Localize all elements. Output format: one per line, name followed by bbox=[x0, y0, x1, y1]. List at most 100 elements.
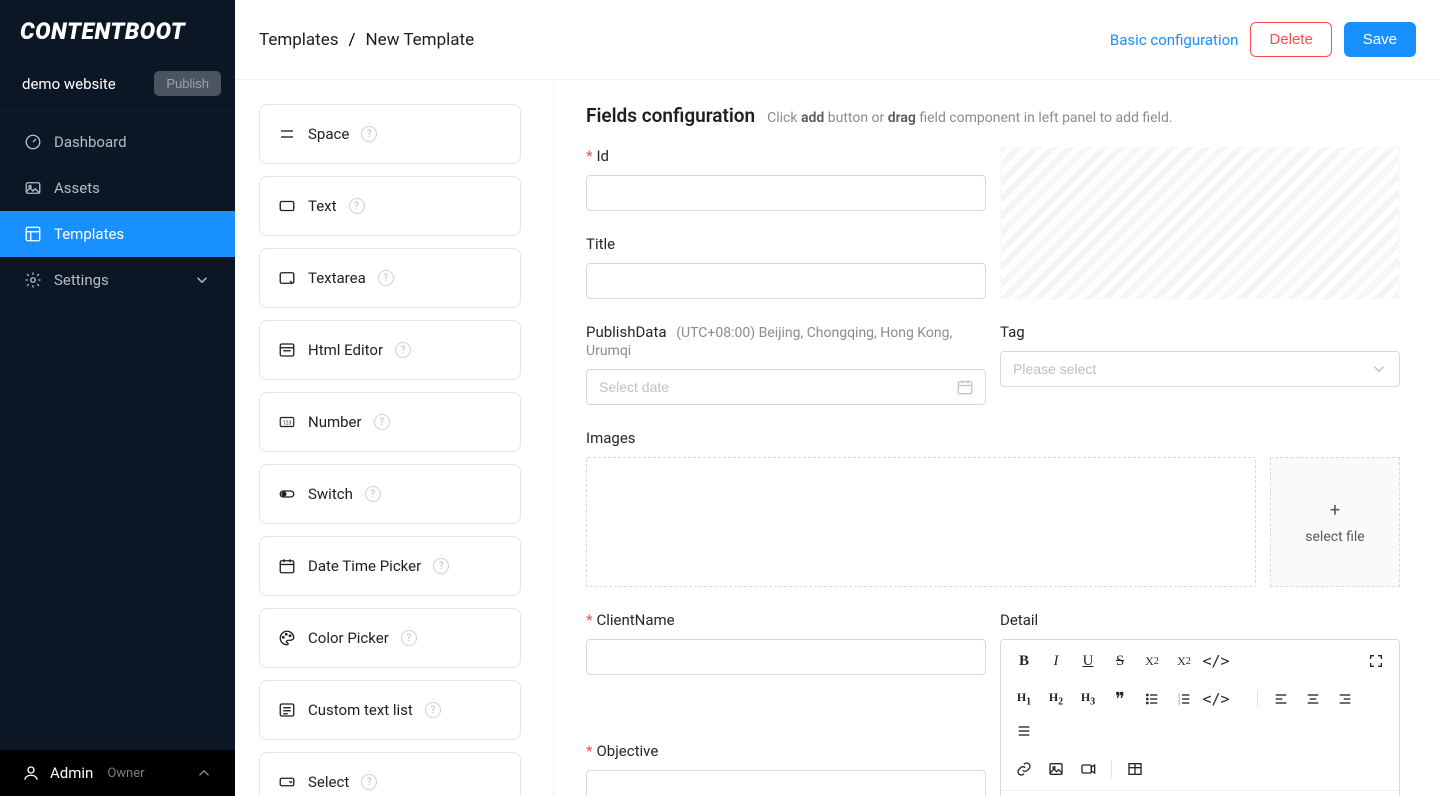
comp-text[interactable]: Text ? bbox=[259, 176, 521, 236]
subscript-icon[interactable]: X2 bbox=[1171, 648, 1197, 674]
id-input[interactable] bbox=[586, 175, 986, 211]
ol-icon[interactable]: 123 bbox=[1171, 686, 1197, 712]
publish-button[interactable]: Publish bbox=[154, 71, 221, 96]
save-button[interactable]: Save bbox=[1344, 22, 1416, 57]
comp-label: Select bbox=[308, 773, 349, 791]
delete-button[interactable]: Delete bbox=[1250, 22, 1331, 57]
select-icon bbox=[278, 773, 296, 791]
table-icon[interactable] bbox=[1122, 756, 1148, 782]
comp-label: Textarea bbox=[308, 269, 366, 287]
space-icon bbox=[278, 125, 296, 143]
underline-icon[interactable]: U bbox=[1075, 648, 1101, 674]
basic-config-link[interactable]: Basic configuration bbox=[1110, 31, 1239, 49]
publishdata-input[interactable] bbox=[586, 369, 986, 405]
field-title: Title bbox=[586, 235, 986, 299]
help-icon[interactable]: ? bbox=[374, 414, 390, 430]
field-label: Tag bbox=[1000, 323, 1400, 341]
comp-customtextlist[interactable]: Custom text list ? bbox=[259, 680, 521, 740]
codeblock-icon[interactable]: </> bbox=[1203, 686, 1229, 712]
objective-input[interactable] bbox=[586, 770, 986, 796]
textarea-icon bbox=[278, 269, 296, 287]
svg-text:3: 3 bbox=[1178, 700, 1180, 705]
video-icon[interactable] bbox=[1075, 756, 1101, 782]
comp-switch[interactable]: Switch ? bbox=[259, 464, 521, 524]
user-row[interactable]: Admin Owner bbox=[0, 750, 235, 796]
field-images: Images + select file bbox=[586, 429, 1400, 587]
breadcrumb-sep: / bbox=[349, 30, 356, 50]
images-dropzone[interactable] bbox=[586, 457, 1256, 587]
h3-icon[interactable]: H3 bbox=[1075, 686, 1101, 712]
nav-assets[interactable]: Assets bbox=[0, 165, 235, 211]
help-icon[interactable]: ? bbox=[425, 702, 441, 718]
section-title: Fields configuration bbox=[586, 104, 755, 127]
comp-htmleditor[interactable]: Html Editor ? bbox=[259, 320, 521, 380]
placeholder-region bbox=[1000, 147, 1400, 299]
comp-colorpicker[interactable]: Color Picker ? bbox=[259, 608, 521, 668]
breadcrumb-root[interactable]: Templates bbox=[259, 30, 339, 50]
field-objective: *Objective bbox=[586, 742, 986, 796]
palette-icon bbox=[278, 629, 296, 647]
tag-select[interactable] bbox=[1000, 351, 1400, 387]
ul-icon[interactable] bbox=[1139, 686, 1165, 712]
help-icon[interactable]: ? bbox=[378, 270, 394, 286]
nav-label: Templates bbox=[54, 225, 124, 243]
title-input[interactable] bbox=[586, 263, 986, 299]
switch-icon bbox=[278, 485, 296, 503]
align-center-icon[interactable] bbox=[1300, 686, 1326, 712]
htmleditor-icon bbox=[278, 341, 296, 359]
dashboard-icon bbox=[24, 133, 42, 151]
breadcrumb-current: New Template bbox=[366, 30, 475, 50]
nav-label: Dashboard bbox=[54, 133, 127, 151]
superscript-icon[interactable]: X2 bbox=[1139, 648, 1165, 674]
align-left-icon[interactable] bbox=[1268, 686, 1294, 712]
strike-icon[interactable]: S bbox=[1107, 648, 1133, 674]
help-icon[interactable]: ? bbox=[395, 342, 411, 358]
comp-label: Number bbox=[308, 413, 362, 431]
field-label: *Objective bbox=[586, 742, 986, 760]
images-add-button[interactable]: + select file bbox=[1270, 457, 1400, 587]
nav-settings[interactable]: Settings bbox=[0, 257, 235, 303]
image-icon[interactable] bbox=[1043, 756, 1069, 782]
field-label: Images bbox=[586, 429, 1400, 447]
user-name: Admin bbox=[50, 764, 93, 782]
nav-label: Settings bbox=[54, 271, 109, 289]
sidebar: CONTENTBOOT demo website Publish Dashboa… bbox=[0, 0, 235, 796]
comp-label: Custom text list bbox=[308, 701, 413, 719]
comp-datetimepicker[interactable]: Date Time Picker ? bbox=[259, 536, 521, 596]
comp-textarea[interactable]: Textarea ? bbox=[259, 248, 521, 308]
comp-space[interactable]: Space ? bbox=[259, 104, 521, 164]
field-detail: Detail B I U S X2 X2 </> H1 H2 bbox=[1000, 611, 1400, 796]
quote-icon[interactable]: ❞ bbox=[1107, 686, 1133, 712]
h1-icon[interactable]: H1 bbox=[1011, 686, 1037, 712]
h2-icon[interactable]: H2 bbox=[1043, 686, 1069, 712]
nav-dashboard[interactable]: Dashboard bbox=[0, 119, 235, 165]
field-label: Title bbox=[586, 235, 986, 253]
user-role: Owner bbox=[107, 766, 144, 781]
link-icon[interactable] bbox=[1011, 756, 1037, 782]
code-icon[interactable]: </> bbox=[1203, 648, 1229, 674]
help-icon[interactable]: ? bbox=[349, 198, 365, 214]
nav-label: Assets bbox=[54, 179, 100, 197]
nav-templates[interactable]: Templates bbox=[0, 211, 235, 257]
comp-select[interactable]: Select ? bbox=[259, 752, 521, 796]
help-icon[interactable]: ? bbox=[365, 486, 381, 502]
templates-icon bbox=[24, 225, 42, 243]
italic-icon[interactable]: I bbox=[1043, 648, 1069, 674]
field-label: *Id bbox=[586, 147, 986, 165]
section-hint: Click add button or drag field component… bbox=[767, 110, 1172, 126]
comp-label: Html Editor bbox=[308, 341, 383, 359]
help-icon[interactable]: ? bbox=[401, 630, 417, 646]
comp-number[interactable]: 123 Number ? bbox=[259, 392, 521, 452]
field-clientname: *ClientName bbox=[586, 611, 986, 718]
detail-editor: B I U S X2 X2 </> H1 H2 H3 ❞ bbox=[1000, 639, 1400, 796]
align-justify-icon[interactable] bbox=[1011, 718, 1037, 744]
clientname-input[interactable] bbox=[586, 639, 986, 675]
bold-icon[interactable]: B bbox=[1011, 648, 1037, 674]
align-right-icon[interactable] bbox=[1332, 686, 1358, 712]
help-icon[interactable]: ? bbox=[361, 774, 377, 790]
help-icon[interactable]: ? bbox=[433, 558, 449, 574]
fullscreen-icon[interactable] bbox=[1363, 648, 1389, 674]
help-icon[interactable]: ? bbox=[361, 126, 377, 142]
site-name: demo website bbox=[22, 75, 116, 93]
editor-body[interactable] bbox=[1001, 791, 1399, 796]
